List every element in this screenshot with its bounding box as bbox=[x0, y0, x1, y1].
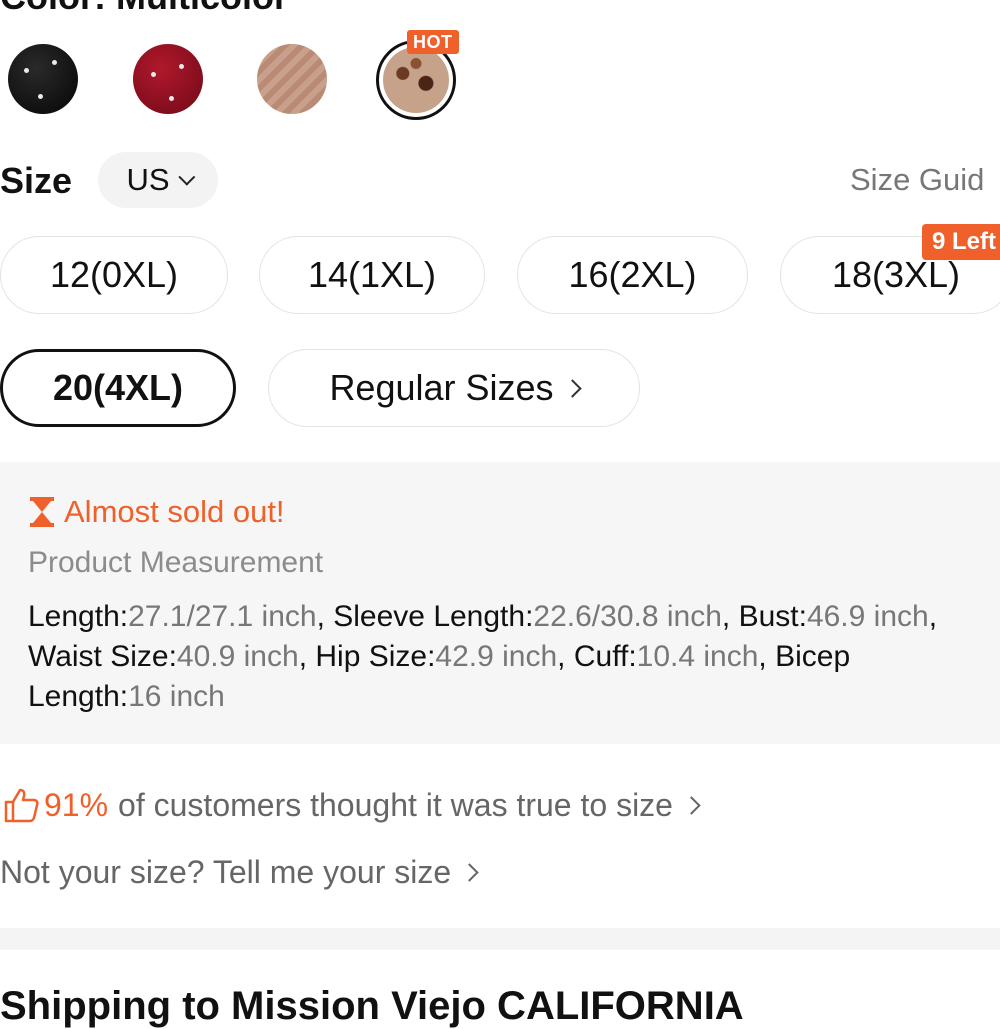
size-option-12[interactable]: 12(0XL) bbox=[0, 236, 228, 314]
measurement-title: Product Measurement bbox=[28, 546, 324, 579]
swatch-leopard[interactable] bbox=[383, 47, 449, 113]
measurement-list: Length:27.1/27.1 inch, Sleeve Length:22.… bbox=[28, 600, 938, 713]
chevron-right-icon bbox=[682, 795, 701, 815]
size-unit-dropdown[interactable]: US bbox=[98, 152, 218, 208]
meas-label-bust: Bust: bbox=[738, 600, 807, 633]
regular-sizes-label: Regular Sizes bbox=[329, 367, 554, 408]
meas-label-hip: Hip Size: bbox=[315, 640, 436, 673]
true-to-size-percent: 91% bbox=[44, 786, 109, 823]
meas-label-cuff: Cuff: bbox=[573, 640, 637, 673]
tell-size-text: Not your size? Tell me your size bbox=[0, 854, 452, 890]
regular-sizes-button[interactable]: Regular Sizes bbox=[268, 349, 640, 427]
tell-size-link[interactable]: Not your size? Tell me your size bbox=[0, 854, 479, 891]
chevron-right-icon bbox=[562, 378, 582, 398]
hourglass-icon bbox=[30, 497, 54, 527]
meas-value-hip: 42.9 inch bbox=[435, 640, 558, 673]
true-to-size-link[interactable]: 91% of customers thought it was true to … bbox=[2, 786, 701, 824]
chevron-right-icon bbox=[460, 863, 479, 882]
true-to-size-text: of customers thought it was true to size bbox=[118, 786, 673, 823]
thumbs-up-icon bbox=[4, 788, 39, 823]
size-unit-value: US bbox=[126, 162, 170, 197]
size-option-20-selected[interactable]: 20(4XL) bbox=[0, 349, 236, 427]
color-label: Color: Multicolor bbox=[0, 0, 288, 18]
size-option-14[interactable]: 14(1XL) bbox=[259, 236, 485, 314]
meas-value-sleeve: 22.6/30.8 inch bbox=[533, 600, 722, 633]
hot-badge: HOT bbox=[407, 30, 459, 54]
swatch-pink[interactable] bbox=[257, 44, 327, 114]
stock-left-badge: 9 Left bbox=[922, 224, 1000, 260]
meas-label-length: Length: bbox=[28, 600, 129, 633]
sold-out-text: Almost sold out! bbox=[64, 494, 285, 529]
chevron-down-icon bbox=[177, 168, 195, 186]
shipping-heading[interactable]: Shipping to Mission Viejo CALIFORNIA bbox=[0, 984, 744, 1029]
section-divider bbox=[0, 928, 1000, 950]
size-option-16[interactable]: 16(2XL) bbox=[517, 236, 748, 314]
meas-label-waist: Waist Size: bbox=[28, 640, 177, 673]
meas-value-bicep: 16 inch bbox=[128, 680, 225, 713]
meas-value-bust: 46.9 inch bbox=[806, 600, 929, 633]
sold-out-alert: Almost sold out! bbox=[28, 494, 285, 530]
meas-value-cuff: 10.4 inch bbox=[636, 640, 759, 673]
meas-value-length: 27.1/27.1 inch bbox=[128, 600, 317, 633]
meas-label-sleeve: Sleeve Length: bbox=[333, 600, 534, 633]
meas-value-waist: 40.9 inch bbox=[176, 640, 299, 673]
swatch-black[interactable] bbox=[8, 44, 78, 114]
size-title: Size bbox=[0, 160, 73, 201]
swatch-red[interactable] bbox=[133, 44, 203, 114]
size-guide-link[interactable]: Size Guid bbox=[850, 162, 984, 198]
